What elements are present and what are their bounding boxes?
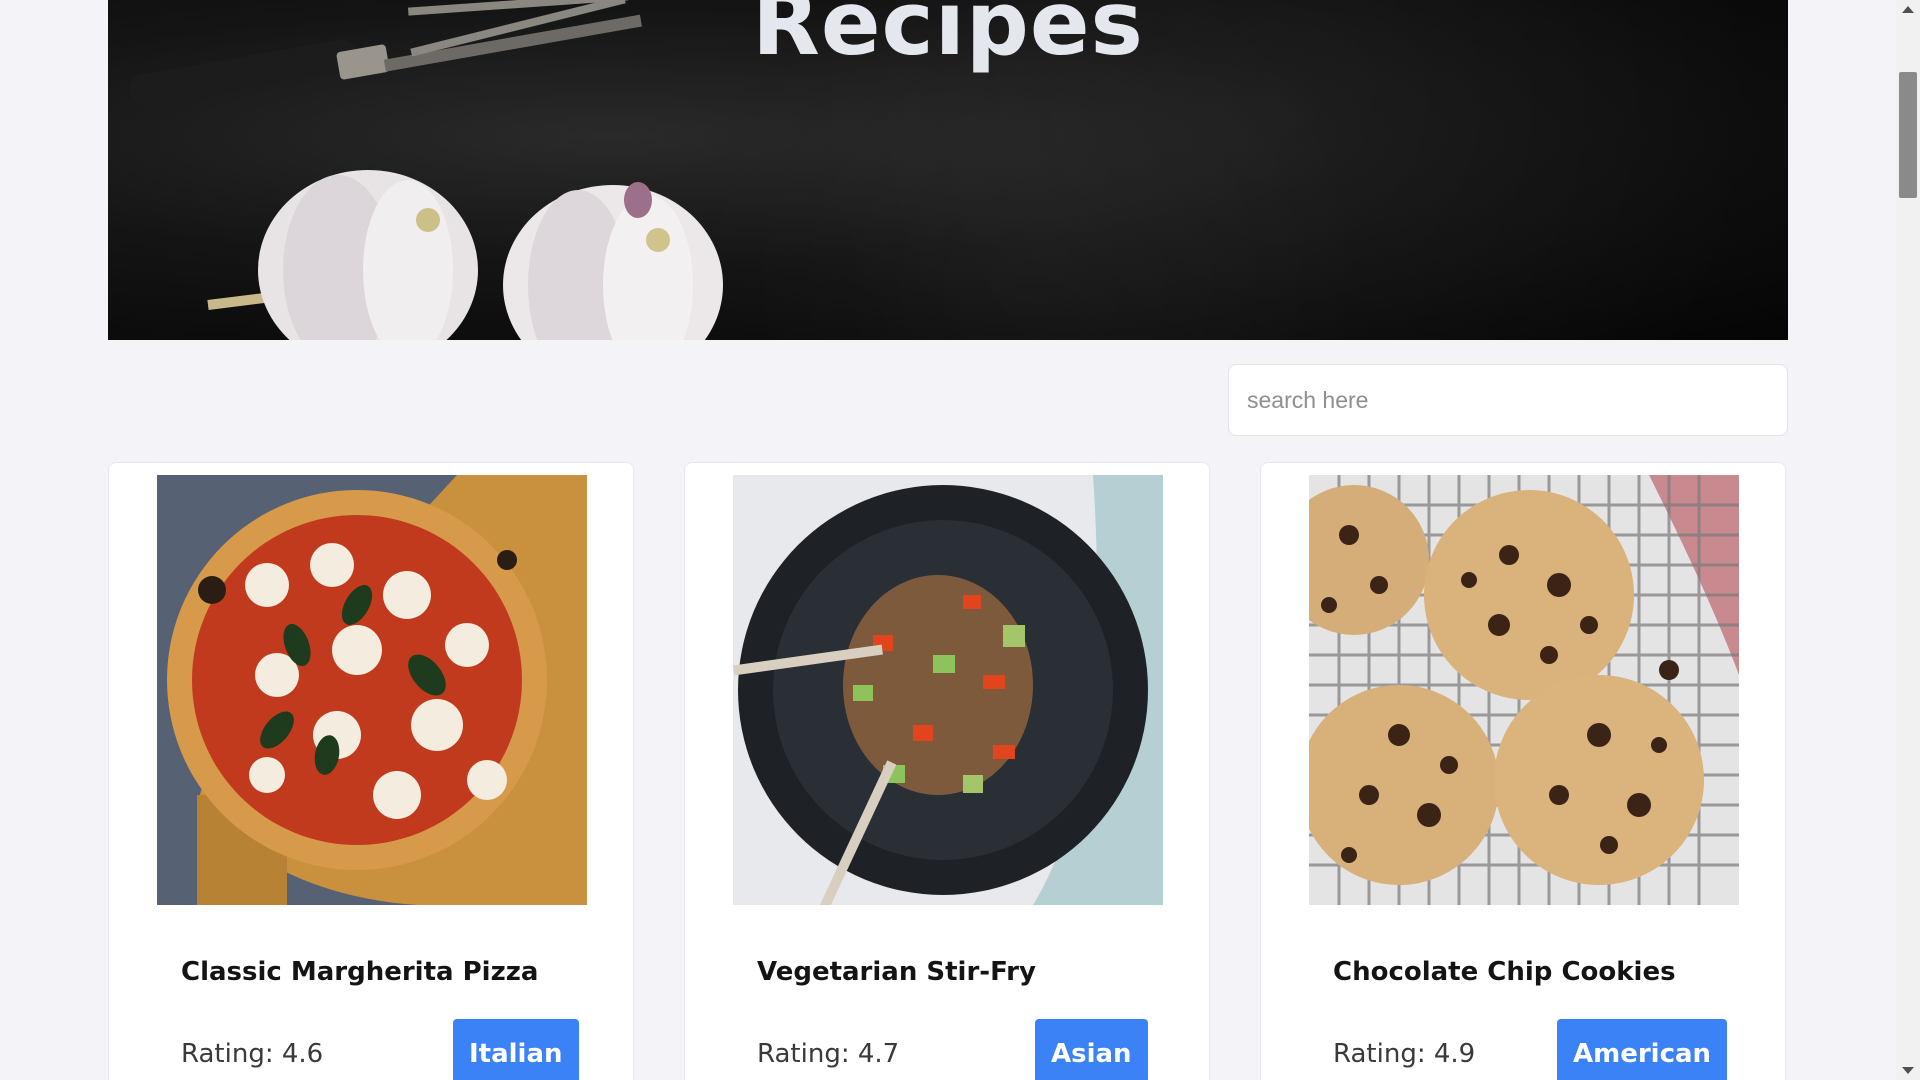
page-title: Recipes: [752, 0, 1144, 75]
garlic-icon: [207, 170, 723, 340]
cuisine-button[interactable]: American: [1557, 1019, 1728, 1080]
hero-banner: Recipes: [108, 0, 1788, 340]
recipes-page: Recipes search here Classic Margherita P…: [0, 0, 1920, 1080]
pizza-icon: [157, 475, 587, 905]
recipe-card[interactable]: Vegetarian Stir-Fry Rating: 4.7 Asian: [684, 462, 1210, 1080]
scroll-down-icon[interactable]: [1902, 1067, 1914, 1074]
recipe-title: Vegetarian Stir-Fry: [757, 957, 1036, 987]
cookies-image: [1309, 475, 1739, 905]
recipe-rating: Rating: 4.7: [757, 1039, 900, 1069]
recipe-title: Chocolate Chip Cookies: [1333, 957, 1676, 987]
vertical-scrollbar[interactable]: [1896, 0, 1920, 1080]
recipe-rating: Rating: 4.6: [181, 1039, 324, 1069]
cuisine-button[interactable]: Asian: [1035, 1019, 1148, 1080]
scroll-up-icon[interactable]: [1902, 6, 1914, 13]
pizza-image: [157, 475, 587, 905]
stir-fry-image: [733, 475, 1163, 905]
stir-fry-icon: [733, 475, 1163, 905]
recipe-title: Classic Margherita Pizza: [181, 957, 539, 987]
cookies-icon: [1309, 475, 1739, 905]
recipe-rating: Rating: 4.9: [1333, 1039, 1476, 1069]
scrollbar-thumb[interactable]: [1899, 72, 1917, 198]
recipe-card[interactable]: Chocolate Chip Cookies Rating: 4.9 Ameri…: [1260, 462, 1786, 1080]
cuisine-button[interactable]: Italian: [453, 1019, 579, 1080]
recipe-card[interactable]: Classic Margherita Pizza Rating: 4.6 Ita…: [108, 462, 634, 1080]
search-input[interactable]: [1228, 364, 1788, 436]
